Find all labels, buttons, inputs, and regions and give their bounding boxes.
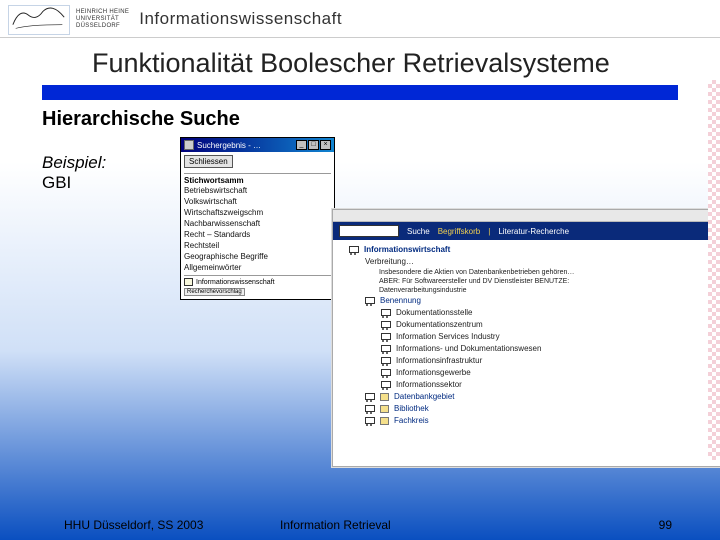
category-item[interactable]: Betriebswirtschaft bbox=[184, 185, 331, 196]
cart-icon[interactable] bbox=[365, 417, 375, 425]
schliessen-button[interactable]: Schliessen bbox=[184, 155, 233, 168]
result-head: Informationswirtschaft bbox=[349, 244, 720, 256]
sub-header-text[interactable]: Benennung bbox=[380, 295, 421, 307]
folder-icon[interactable] bbox=[380, 417, 389, 425]
nav-separator: | bbox=[488, 227, 490, 236]
cart-icon[interactable] bbox=[381, 357, 391, 365]
footer-left: HHU Düsseldorf, SS 2003 bbox=[0, 518, 280, 532]
sub-header: Benennung bbox=[349, 295, 720, 307]
cart-icon[interactable] bbox=[381, 369, 391, 377]
cart-icon[interactable] bbox=[381, 333, 391, 341]
branch-item: Bibliothek bbox=[349, 403, 720, 415]
title-bar bbox=[42, 85, 678, 100]
uni-line2: UNIVERSITÄT bbox=[76, 16, 129, 23]
popup-window: Suchergebnis - … _ □ × Schliessen Stichw… bbox=[180, 137, 335, 300]
branch-text[interactable]: Datenbankgebiet bbox=[394, 391, 455, 403]
cart-row: Informationswissenschaft bbox=[184, 275, 331, 286]
slide-footer: HHU Düsseldorf, SS 2003 Information Retr… bbox=[0, 518, 720, 532]
cart-icon[interactable] bbox=[381, 345, 391, 353]
uni-line3: DÜSSELDORF bbox=[76, 23, 129, 30]
folder-icon[interactable] bbox=[380, 393, 389, 401]
category-item[interactable]: Wirtschaftszweigschm bbox=[184, 207, 331, 218]
popup-titlebar[interactable]: Suchergebnis - … _ □ × bbox=[181, 138, 334, 152]
cart-icon[interactable] bbox=[184, 278, 193, 286]
item-text[interactable]: Informations- und Dokumentationswesen bbox=[396, 343, 541, 355]
browser-navbar: Suche Begriffskorb | Literatur-Recherche bbox=[333, 222, 720, 240]
category-list: Betriebswirtschaft Volkswirtschaft Wirts… bbox=[184, 185, 331, 273]
head-term[interactable]: Informationswirtschaft bbox=[364, 244, 450, 256]
cart-icon[interactable] bbox=[365, 393, 375, 401]
category-item[interactable]: Geographische Begriffe bbox=[184, 251, 331, 262]
uni-name: HEINRICH HEINE UNIVERSITÄT DÜSSELDORF bbox=[76, 9, 129, 30]
branch-item: Datenbankgebiet bbox=[349, 391, 720, 403]
department-title: Informationswissenschaft bbox=[139, 9, 342, 31]
footer-center: Information Retrieval bbox=[280, 518, 659, 532]
item-text[interactable]: Informationsgewerbe bbox=[396, 367, 471, 379]
minimize-button[interactable]: _ bbox=[296, 140, 307, 150]
definition-line: ABER: Für Softwareersteller und DV Diens… bbox=[349, 277, 720, 286]
maximize-button[interactable]: □ bbox=[308, 140, 319, 150]
category-header: Stichwortsamm bbox=[184, 176, 331, 185]
list-item: Dokumentationszentrum bbox=[349, 319, 720, 331]
cart-icon[interactable] bbox=[365, 297, 375, 305]
transparency-edge bbox=[708, 80, 720, 460]
research-suggest-button[interactable]: Recherchevorschlag bbox=[184, 288, 245, 296]
example-name: GBI bbox=[42, 173, 152, 193]
category-item[interactable]: Rechtsteil bbox=[184, 240, 331, 251]
popup-body: Schliessen Stichwortsamm Betriebswirtsch… bbox=[181, 152, 334, 299]
footer-page: 99 bbox=[659, 518, 720, 532]
list-item: Informations- und Dokumentationswesen bbox=[349, 343, 720, 355]
item-text[interactable]: Informationsinfrastruktur bbox=[396, 355, 482, 367]
item-text[interactable]: Informationssektor bbox=[396, 379, 462, 391]
popup-title-text: Suchergebnis - … bbox=[197, 141, 261, 150]
folder-icon[interactable] bbox=[380, 405, 389, 413]
nav-label-suche[interactable]: Suche bbox=[407, 227, 430, 236]
list-item: Dokumentationsstelle bbox=[349, 307, 720, 319]
list-item: Informationssektor bbox=[349, 379, 720, 391]
screenshot-area: Suchergebnis - … _ □ × Schliessen Stichw… bbox=[152, 153, 720, 483]
branch-item: Fachkreis bbox=[349, 415, 720, 427]
close-button[interactable]: × bbox=[320, 140, 331, 150]
nav-link-literatur[interactable]: Literatur-Recherche bbox=[498, 227, 569, 236]
list-item: Information Services Industry bbox=[349, 331, 720, 343]
browser-window: Suche Begriffskorb | Literatur-Recherche… bbox=[332, 209, 720, 467]
item-text[interactable]: Information Services Industry bbox=[396, 331, 500, 343]
item-text[interactable]: Dokumentationsstelle bbox=[396, 307, 472, 319]
branch-text[interactable]: Bibliothek bbox=[394, 403, 429, 415]
uni-line1: HEINRICH HEINE bbox=[76, 9, 129, 16]
category-item[interactable]: Nachbarwissenschaft bbox=[184, 218, 331, 229]
cart-icon[interactable] bbox=[381, 321, 391, 329]
cart-icon[interactable] bbox=[381, 381, 391, 389]
line-text: Verbreitung… bbox=[365, 256, 414, 268]
popup-app-icon bbox=[184, 140, 194, 150]
list-item: Informationsinfrastruktur bbox=[349, 355, 720, 367]
cart-icon[interactable] bbox=[349, 246, 359, 254]
slide-subtitle: Hierarchische Suche bbox=[0, 108, 720, 131]
category-item[interactable]: Volkswirtschaft bbox=[184, 196, 331, 207]
browser-body: Informationswirtschaft Verbreitung… Insb… bbox=[333, 240, 720, 466]
result-line: Verbreitung… bbox=[349, 256, 720, 268]
nav-link-begriffskorb[interactable]: Begriffskorb bbox=[438, 227, 481, 236]
slide-header: HEINRICH HEINE UNIVERSITÄT DÜSSELDORF In… bbox=[0, 0, 720, 38]
item-text[interactable]: Dokumentationszentrum bbox=[396, 319, 483, 331]
browser-menubar[interactable] bbox=[333, 210, 720, 222]
cart-icon[interactable] bbox=[381, 309, 391, 317]
example-word: Beispiel: bbox=[42, 153, 152, 173]
slide-title: Funktionalität Boolescher Retrievalsyste… bbox=[0, 38, 720, 85]
category-item[interactable]: Recht – Standards bbox=[184, 229, 331, 240]
branch-text[interactable]: Fachkreis bbox=[394, 415, 429, 427]
definition-line: Insbesondere die Aktien von Datenbankenb… bbox=[349, 268, 720, 277]
definition-line: Datenverarbeitungsindustrie bbox=[349, 286, 720, 295]
list-item: Informationsgewerbe bbox=[349, 367, 720, 379]
search-input[interactable] bbox=[339, 225, 399, 237]
category-item[interactable]: Allgemeinwörter bbox=[184, 262, 331, 273]
example-label: Beispiel: GBI bbox=[42, 153, 152, 483]
cart-term: Informationswissenschaft bbox=[196, 279, 275, 286]
cart-icon[interactable] bbox=[365, 405, 375, 413]
uni-logo bbox=[8, 5, 70, 35]
